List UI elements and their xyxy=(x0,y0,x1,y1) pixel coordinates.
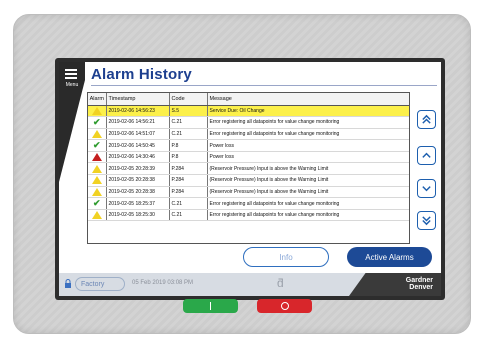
code-cell: P.284 xyxy=(169,162,208,176)
message-cell: (Reservoir Pressure) Input is above the … xyxy=(207,162,409,176)
alarm-cell xyxy=(88,105,107,118)
code-cell: P.284 xyxy=(169,174,208,187)
code-cell: P.8 xyxy=(169,151,208,164)
brand-line2: Denver xyxy=(409,284,433,291)
table-row[interactable]: ✔ 2019-02-05 18:25:37 C.21 Error registerin… xyxy=(88,197,409,210)
table-header: Alarm Timestamp Code Message xyxy=(88,93,409,106)
alarm-cell xyxy=(88,151,107,164)
double-chevron-up-icon[interactable] xyxy=(417,110,436,129)
code-cell: C.21 xyxy=(169,128,208,141)
message-cell: Power loss xyxy=(207,139,409,152)
message-cell: Service Due: Oil Change xyxy=(207,105,409,118)
timestamp-cell: 2019-02-05 18:25:37 xyxy=(106,197,170,210)
brand-line1: Gardner xyxy=(405,277,433,284)
code-cell: P.8 xyxy=(169,139,208,152)
timestamp-cell: 2019-02-06 14:51:07 xyxy=(106,128,170,141)
table-row[interactable]: 2019-02-05 20:28:38 P.284 (Reservoir Press… xyxy=(88,186,409,199)
alarm-cell: ✔ xyxy=(88,197,107,210)
warning-icon xyxy=(91,211,102,220)
stop-icon xyxy=(280,302,289,310)
check-icon: ✔ xyxy=(92,140,101,151)
column-header-timestamp: Timestamp xyxy=(106,93,170,106)
message-cell: Error registering all datapoints for val… xyxy=(207,209,409,222)
alarm-cell xyxy=(88,128,107,141)
message-cell: Error registering all datapoints for val… xyxy=(207,116,409,129)
check-icon: ✔ xyxy=(92,116,101,127)
product-logo-icon: ƌ xyxy=(277,276,284,290)
check-icon: ✔ xyxy=(92,198,101,209)
table-row[interactable]: 2019-02-05 20:28:39 P.284 (Reservoir Press… xyxy=(88,162,409,176)
code-cell: C.21 xyxy=(169,116,208,129)
message-cell: Error registering all datapoints for val… xyxy=(207,128,409,141)
alarm-cell xyxy=(88,162,107,176)
column-header-code: Code xyxy=(169,93,208,106)
alarm-cell xyxy=(88,186,107,199)
timestamp-cell: 2019-02-05 18:25:30 xyxy=(106,209,170,222)
alarm-cell xyxy=(88,209,107,222)
table-row[interactable]: 2019-02-05 20:28:38 P.284 (Reservoir Press… xyxy=(88,174,409,187)
menu-label[interactable]: Menu xyxy=(61,82,83,88)
column-header-alarm: Alarm xyxy=(88,93,107,106)
stop-button[interactable] xyxy=(257,299,312,313)
hmi-screen: Menu Alarm History Alarm Timestamp Code … xyxy=(59,62,441,296)
timestamp-cell: 2019-02-05 20:28:39 xyxy=(106,162,170,176)
warning-icon xyxy=(91,187,102,196)
menu-icon[interactable] xyxy=(65,69,77,81)
active-alarms-button[interactable]: Active Alarms xyxy=(347,247,432,267)
info-button[interactable]: Info xyxy=(243,247,329,267)
alarm-table: Alarm Timestamp Code Message 2019-02-06 … xyxy=(87,92,410,244)
timestamp-cell: 2019-02-06 14:30:46 xyxy=(106,151,170,164)
alarm-cell: ✔ xyxy=(88,116,107,129)
message-cell: Power loss xyxy=(207,151,409,164)
double-chevron-down-icon[interactable] xyxy=(417,211,436,230)
user-level-button[interactable]: Factory xyxy=(75,277,125,291)
start-icon xyxy=(209,302,212,310)
message-cell: (Reservoir Pressure) Input is above the … xyxy=(207,174,409,187)
code-cell: P.284 xyxy=(169,186,208,199)
timestamp-cell: 2019-02-05 20:28:38 xyxy=(106,186,170,199)
chevron-up-icon[interactable] xyxy=(417,146,436,165)
column-header-message: Message xyxy=(207,93,409,106)
table-row[interactable]: 2019-02-06 14:56:23 S.5 Service Due: Oil C… xyxy=(88,105,409,118)
timestamp-cell: 2019-02-05 20:28:38 xyxy=(106,174,170,187)
title-divider xyxy=(91,85,437,86)
start-button[interactable] xyxy=(183,299,238,313)
brand-logo: Gardner Denver xyxy=(349,273,441,296)
menu-corner[interactable] xyxy=(59,62,85,182)
datetime-display: 05 Feb 2019 03:08 PM xyxy=(132,280,194,286)
warning-icon xyxy=(91,176,102,185)
timestamp-cell: 2019-02-06 14:56:23 xyxy=(106,105,170,118)
page-title: Alarm History xyxy=(91,66,192,83)
lock-icon[interactable] xyxy=(64,279,72,288)
warning-icon xyxy=(91,106,102,115)
alarm-cell: ✔ xyxy=(88,139,107,152)
table-row[interactable]: 2019-02-05 18:25:30 C.21 Error registering… xyxy=(88,209,409,222)
code-cell: S.5 xyxy=(169,105,208,118)
table-row[interactable]: ✔ 2019-02-06 14:56:21 C.21 Error registerin… xyxy=(88,116,409,129)
warning-icon xyxy=(91,164,102,173)
status-bar: Factory 05 Feb 2019 03:08 PM ƌ Gardner D… xyxy=(59,273,441,296)
timestamp-cell: 2019-02-06 14:56:21 xyxy=(106,116,170,129)
message-cell: Error registering all datapoints for val… xyxy=(207,197,409,210)
table-row[interactable]: 2019-02-06 14:30:46 P.8 Power loss xyxy=(88,151,409,164)
chevron-down-icon[interactable] xyxy=(417,179,436,198)
code-cell: C.21 xyxy=(169,209,208,222)
error-icon xyxy=(91,153,102,162)
table-row[interactable]: 2019-02-06 14:51:07 C.21 Error registering… xyxy=(88,128,409,141)
code-cell: C.21 xyxy=(169,197,208,210)
timestamp-cell: 2019-02-06 14:50:45 xyxy=(106,139,170,152)
warning-icon xyxy=(91,129,102,138)
alarm-cell xyxy=(88,174,107,187)
message-cell: (Reservoir Pressure) Input is above the … xyxy=(207,186,409,199)
table-row[interactable]: ✔ 2019-02-06 14:50:45 P.8 Power loss xyxy=(88,139,409,152)
